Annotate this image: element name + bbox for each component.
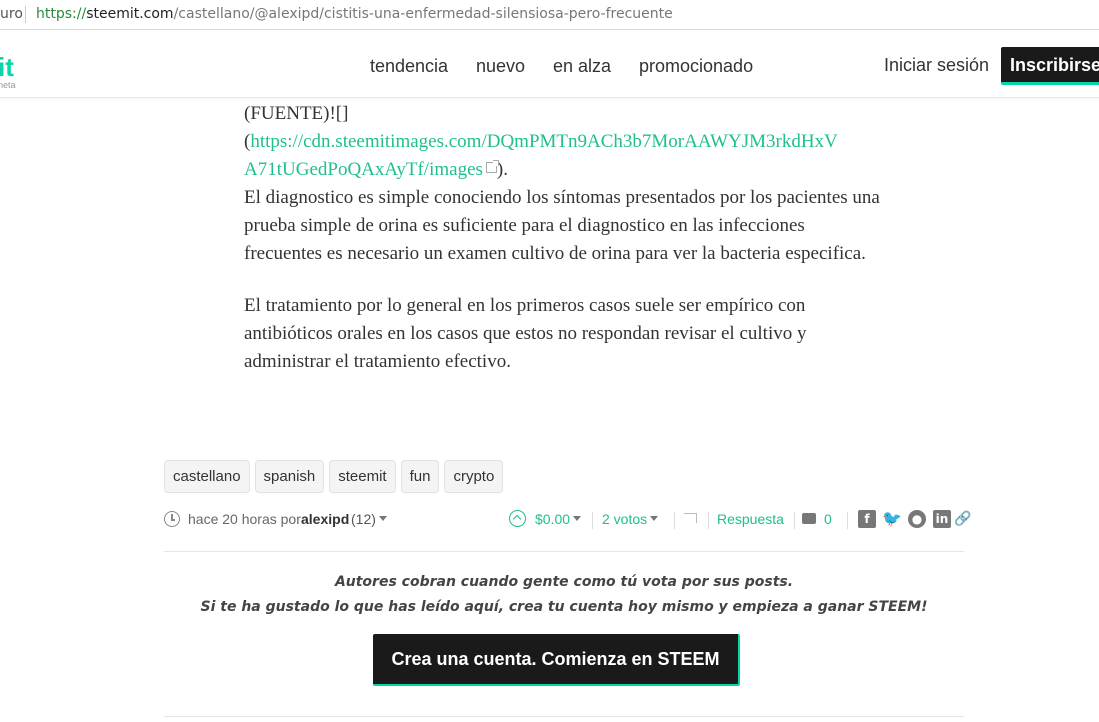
divider xyxy=(164,551,964,552)
divider xyxy=(164,716,964,717)
post-meta: hace 20 horas por alexipd (12) $0.00 2 v… xyxy=(164,509,971,531)
post-author[interactable]: alexipd xyxy=(301,511,349,527)
divider xyxy=(847,512,848,529)
url-scheme: https:// xyxy=(36,6,87,22)
divider xyxy=(592,512,593,529)
tag-crypto[interactable]: crypto xyxy=(444,460,504,493)
reblog-icon[interactable] xyxy=(684,513,697,523)
twitter-icon[interactable]: 🐦 xyxy=(882,510,902,528)
reddit-icon[interactable]: ● xyxy=(908,510,926,528)
external-link-icon xyxy=(485,160,499,173)
link-icon[interactable]: 🔗 xyxy=(954,510,971,528)
divider xyxy=(794,512,795,529)
url-host: steemit.com xyxy=(86,6,174,22)
url-path: /castellano/@alexipd/cistitis-una-enferm… xyxy=(173,6,673,22)
comments-icon[interactable] xyxy=(802,513,816,524)
source-link-part2: A71tUGedPoQAxAyTf/images xyxy=(244,159,483,180)
divider xyxy=(674,512,675,529)
nav-promocionado[interactable]: promocionado xyxy=(639,56,753,77)
tag-castellano[interactable]: castellano xyxy=(164,460,250,493)
nav-nuevo[interactable]: nuevo xyxy=(476,56,525,77)
source-line: (FUENTE)![] xyxy=(244,103,349,124)
reputation-value: (12) xyxy=(351,511,376,527)
source-link-part1: https://cdn.steemitimages.com/DQmPMTn9AC… xyxy=(250,131,838,152)
nav-tendencia[interactable]: tendencia xyxy=(370,56,448,77)
tag-steemit[interactable]: steemit xyxy=(329,460,396,493)
votes-count[interactable]: 2 votos xyxy=(602,511,659,527)
tag-spanish[interactable]: spanish xyxy=(254,460,325,493)
upvote-icon[interactable] xyxy=(509,510,526,527)
browser-address-bar[interactable]: uro https://steemit.com/castellano/@alex… xyxy=(0,0,1099,30)
chevron-down-icon xyxy=(378,516,387,521)
paragraph-tratamiento: El tratamiento por lo general en los pri… xyxy=(244,295,807,372)
steemit-logo[interactable]: it xyxy=(0,52,14,83)
create-account-button[interactable]: Crea una cuenta. Comienza en STEEM xyxy=(373,634,740,686)
facebook-icon[interactable]: f xyxy=(858,510,876,528)
site-header: it neta tendencia nuevo en alza promocio… xyxy=(0,34,1099,98)
reply-link[interactable]: Respuesta xyxy=(717,511,784,527)
tag-list: castellano spanish steemit fun crypto xyxy=(164,460,508,493)
secure-label: uro xyxy=(0,6,23,22)
promo-line-1: Autores cobran cuando gente como tú vota… xyxy=(334,574,794,590)
promo-message: Autores cobran cuando gente como tú vota… xyxy=(164,570,964,620)
promo-line-2: Si te ha gustado lo que has leído aquí, … xyxy=(200,599,928,615)
login-link[interactable]: Iniciar sesión xyxy=(884,55,989,76)
author-reputation[interactable]: (12) xyxy=(351,511,387,527)
paragraph-diagnostico: El diagnostico es simple conociendo los … xyxy=(244,187,880,264)
signup-button[interactable]: Inscribirse xyxy=(1001,47,1099,85)
divider xyxy=(708,512,709,529)
article-body: (FUENTE)![] (https://cdn.steemitimages.c… xyxy=(244,100,884,376)
address-separator xyxy=(25,6,26,23)
post-time: hace 20 horas por xyxy=(188,511,301,527)
linkedin-icon[interactable]: in xyxy=(933,510,951,528)
comments-count[interactable]: 0 xyxy=(824,511,832,527)
chevron-down-icon xyxy=(573,516,582,521)
url-text[interactable]: https://steemit.com/castellano/@alexipd/… xyxy=(36,6,673,22)
source-link[interactable]: https://cdn.steemitimages.com/DQmPMTn9AC… xyxy=(244,131,838,180)
votes-label: 2 votos xyxy=(602,511,648,527)
source-link-line: (https://cdn.steemitimages.com/DQmPMTn9A… xyxy=(244,128,884,184)
clock-icon xyxy=(164,511,180,527)
tag-fun[interactable]: fun xyxy=(400,460,440,493)
nav-en-alza[interactable]: en alza xyxy=(553,56,611,77)
payout-amount: $0.00 xyxy=(535,511,571,527)
chevron-down-icon xyxy=(650,516,659,521)
logo-subtitle: neta xyxy=(0,80,16,90)
payout-value[interactable]: $0.00 xyxy=(535,511,582,527)
